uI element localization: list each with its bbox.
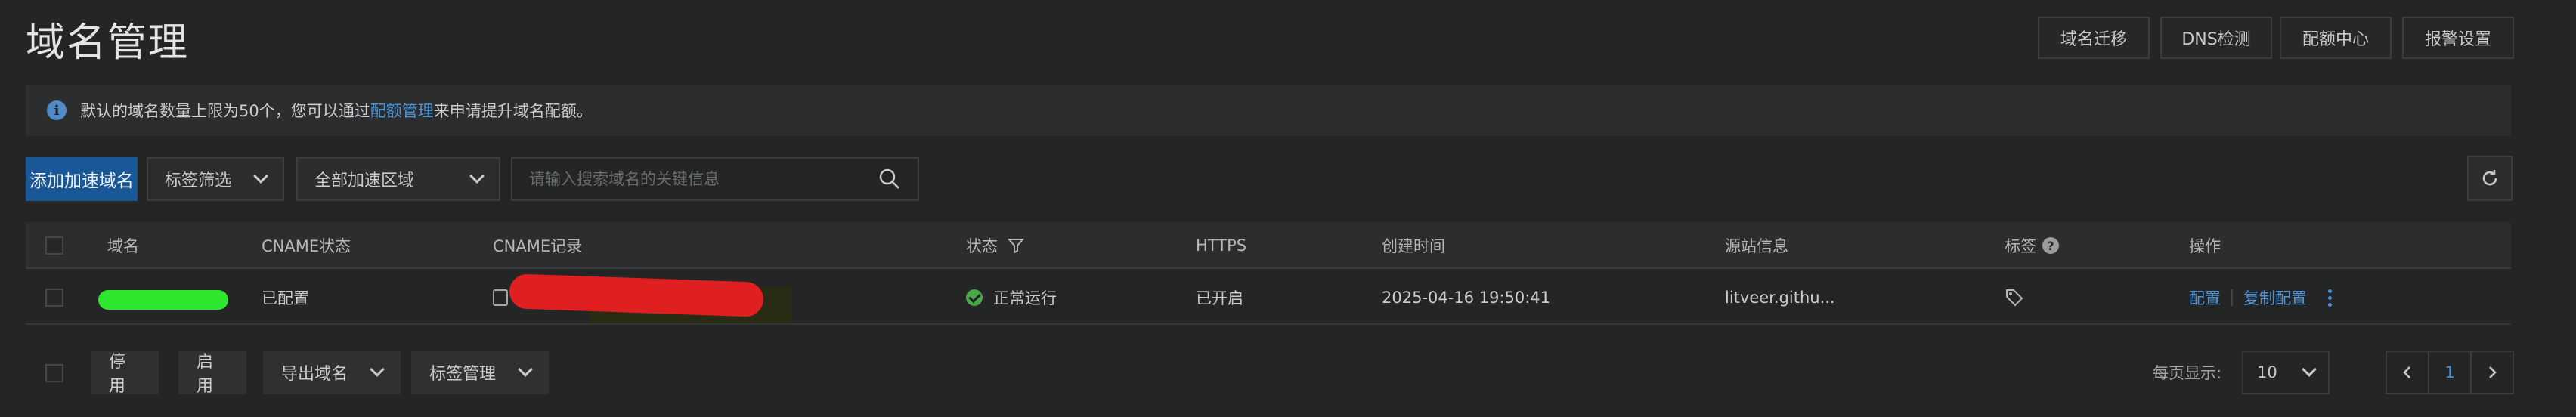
tag-filter-dropdown[interactable]: 标签筛选 (147, 157, 284, 201)
next-page-button[interactable] (2470, 351, 2514, 394)
col-created: 创建时间 (1382, 237, 1445, 255)
export-dropdown[interactable]: 导出域名 (263, 351, 401, 394)
tag-manage-dropdown[interactable]: 标签管理 (411, 351, 549, 394)
row-checkbox[interactable] (45, 270, 63, 325)
disable-button[interactable]: 停用 (91, 351, 159, 396)
notice-text: 默认的域名数量上限为50个，您可以通过配额管理来申请提升域名配额。 (80, 102, 593, 120)
col-origin: 源站信息 (1725, 237, 1788, 255)
search-input[interactable] (529, 170, 862, 188)
select-all-checkbox[interactable] (45, 222, 63, 269)
created-time: 2025-04-16 19:50:41 (1382, 289, 1551, 307)
col-domain: 域名 (107, 237, 139, 255)
copy-icon[interactable] (493, 270, 508, 325)
status-cell: 正常运行 (966, 270, 1057, 325)
refresh-button[interactable] (2467, 156, 2513, 201)
region-select[interactable]: 全部加速区域 (296, 157, 500, 201)
https-status: 已开启 (1196, 289, 1243, 307)
chevron-down-icon (518, 362, 533, 377)
bulk-select-checkbox[interactable] (45, 364, 63, 382)
config-link[interactable]: 配置 (2189, 286, 2221, 309)
domain-migration-button[interactable]: 域名迁移 (2038, 17, 2150, 59)
chevron-down-icon (253, 168, 268, 184)
quota-center-button[interactable]: 配额中心 (2280, 17, 2392, 59)
chevron-right-icon (2489, 366, 2497, 378)
search-icon[interactable] (878, 168, 901, 190)
help-icon[interactable]: ? (2042, 237, 2059, 254)
tag-icon[interactable] (2005, 270, 2024, 325)
add-domain-button[interactable]: 添加加速域名 (26, 157, 138, 201)
success-icon (966, 289, 983, 306)
cname-status: 已配置 (262, 289, 309, 307)
col-cname-record: CNAME记录 (493, 237, 583, 255)
chevron-left-icon (2403, 366, 2410, 378)
chevron-down-icon (469, 168, 485, 184)
per-page-select[interactable]: 10 (2242, 351, 2330, 394)
per-page-label: 每页显示: (2153, 364, 2222, 382)
col-status: 状态 (966, 222, 1025, 269)
prev-page-button[interactable] (2386, 351, 2429, 394)
quota-notice: i 默认的域名数量上限为50个，您可以通过配额管理来申请提升域名配额。 (26, 85, 2511, 136)
col-tags: 标签 ? (2005, 222, 2059, 269)
filter-icon[interactable] (1007, 236, 1025, 255)
table-row (26, 270, 2511, 325)
chevron-down-icon (370, 362, 385, 377)
chevron-down-icon (2302, 362, 2317, 377)
origin-info: litveer.githu... (1725, 289, 1835, 307)
table-header (26, 222, 2511, 269)
alarm-settings-button[interactable]: 报警设置 (2402, 17, 2514, 59)
more-actions-icon[interactable] (2328, 289, 2332, 307)
col-cname-status: CNAME状态 (262, 237, 351, 255)
dns-check-button[interactable]: DNS检测 (2160, 17, 2272, 59)
domain-redaction (98, 290, 228, 310)
col-https: HTTPS (1196, 236, 1247, 255)
info-icon: i (47, 100, 67, 120)
quota-management-link[interactable]: 配额管理 (370, 102, 434, 120)
enable-button[interactable]: 启用 (178, 351, 246, 396)
page-number-current[interactable]: 1 (2428, 351, 2472, 394)
search-box (511, 157, 919, 201)
copy-config-link[interactable]: 复制配置 (2243, 286, 2307, 309)
refresh-icon (2482, 170, 2497, 186)
page-title: 域名管理 (26, 20, 190, 66)
actions-cell: 配置 复制配置 (2189, 270, 2332, 325)
col-actions: 操作 (2189, 237, 2221, 255)
